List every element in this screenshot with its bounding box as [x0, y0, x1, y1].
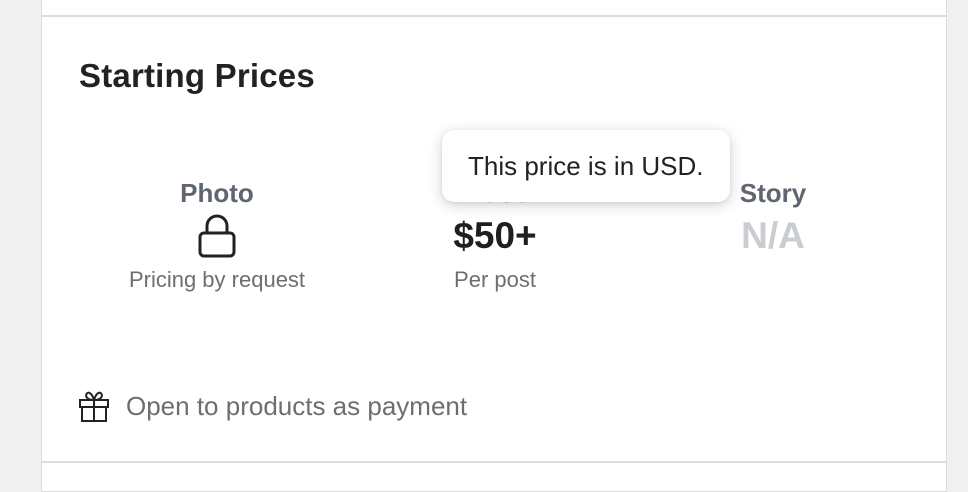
price-sub-photo: Pricing by request: [128, 267, 306, 292]
gift-icon: [79, 391, 109, 422]
price-photo: Photo Pricing by request: [107, 175, 327, 293]
price-value-video[interactable]: $50+: [385, 211, 605, 261]
barter-text: Open to products as payment: [126, 390, 468, 421]
next-card: [41, 462, 947, 492]
starting-prices-card: Starting Prices Photo Pricing by request…: [41, 16, 947, 462]
price-sub-video: Per post: [454, 267, 536, 292]
price-label-photo: Photo: [180, 178, 254, 208]
previous-card: [41, 0, 947, 16]
currency-tooltip: This price is in USD.: [442, 130, 730, 202]
barter-row: Open to products as payment: [78, 389, 467, 423]
lock-icon: [198, 214, 236, 258]
price-value-story: N/A: [741, 215, 805, 256]
section-title: Starting Prices: [79, 57, 315, 94]
